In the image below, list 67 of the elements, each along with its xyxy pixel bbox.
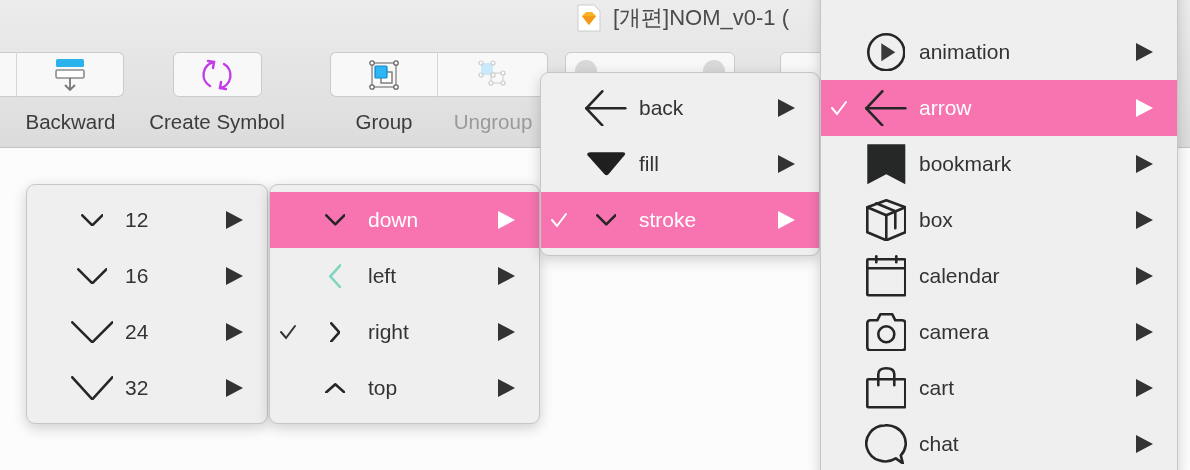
chevron-left-icon <box>328 263 342 289</box>
submenu-arrow-icon <box>1134 434 1154 454</box>
menu-item[interactable]: right <box>270 304 539 360</box>
menu-item[interactable]: top <box>270 360 539 416</box>
menu-item[interactable]: box <box>821 192 1177 248</box>
submenu-arrow-icon <box>1134 322 1154 342</box>
submenu-arrow-icon <box>1134 378 1154 398</box>
shopping-bag-icon <box>865 367 907 409</box>
menu-item[interactable]: calendar <box>821 248 1177 304</box>
menu-item[interactable]: left <box>270 248 539 304</box>
menu-item[interactable]: 12 <box>27 192 267 248</box>
send-backward-icon <box>52 56 88 93</box>
submenu-arrow-icon <box>1134 154 1154 174</box>
toolbar-label: Backward <box>25 110 116 134</box>
submenu-arrow-icon <box>776 154 796 174</box>
submenu-arrow-icon <box>1134 266 1154 286</box>
submenu-arrow-icon <box>224 378 244 398</box>
checkmark-icon <box>830 99 848 117</box>
toolbar-button[interactable] <box>172 52 262 97</box>
zoom-in-icon <box>702 59 726 72</box>
camera-icon <box>865 312 907 352</box>
menu-item[interactable]: back <box>541 80 819 136</box>
calendar-icon <box>865 255 907 297</box>
submenu-arrow-icon <box>496 266 516 286</box>
menu-item[interactable]: bookmark <box>821 136 1177 192</box>
toolbar-label: Create Symbol <box>149 110 285 134</box>
submenu-arrow-icon <box>496 378 516 398</box>
menu-item[interactable]: cart <box>821 360 1177 416</box>
chevron-down-icon <box>70 375 114 401</box>
menu-item[interactable]: fill <box>541 136 819 192</box>
cube-icon <box>865 198 907 242</box>
chevron-up-icon <box>324 382 346 394</box>
chevron-down-icon <box>80 213 104 227</box>
toolbar-label: Group <box>355 110 413 134</box>
submenu-arrow-icon <box>776 210 796 230</box>
chevron-down-icon <box>595 214 617 226</box>
menu-item[interactable]: camera <box>821 304 1177 360</box>
chevron-down-icon <box>76 267 108 285</box>
submenu-arrow-icon <box>1134 42 1154 62</box>
checkmark-icon <box>550 211 568 229</box>
speech-bubble-icon <box>865 423 907 465</box>
menu-item[interactable]: 32 <box>27 360 267 416</box>
menu-item[interactable]: chat <box>821 416 1177 470</box>
bookmark-icon <box>865 142 907 186</box>
document-icon <box>577 4 601 32</box>
window-title: [개편]NOM_v0-1 ( <box>613 4 790 32</box>
toolbar-label: Ungroup <box>453 110 533 134</box>
submenu-arrow-icon <box>496 322 516 342</box>
toolbar-button[interactable] <box>17 52 124 97</box>
submenu-arrow-icon <box>224 322 244 342</box>
zoom-out-icon <box>574 59 598 72</box>
chevron-down-icon <box>324 214 346 226</box>
menu-item[interactable]: 16 <box>27 248 267 304</box>
submenu-arrow-icon <box>224 210 244 230</box>
submenu-arrow-icon <box>496 210 516 230</box>
menu-item[interactable]: animation <box>821 24 1177 80</box>
submenu-arrow-icon <box>1134 98 1154 118</box>
filled-chevron-icon <box>585 151 627 177</box>
chevron-right-icon <box>329 321 341 343</box>
checkmark-icon <box>279 323 297 341</box>
submenu-arrow-icon <box>1134 210 1154 230</box>
chevron-down-icon <box>70 320 114 344</box>
submenu-arrow-icon <box>776 98 796 118</box>
play-circle-icon <box>866 32 906 72</box>
menu-item[interactable]: 24 <box>27 304 267 360</box>
toolbar-button[interactable] <box>330 52 438 97</box>
submenu-arrow-icon <box>224 266 244 286</box>
